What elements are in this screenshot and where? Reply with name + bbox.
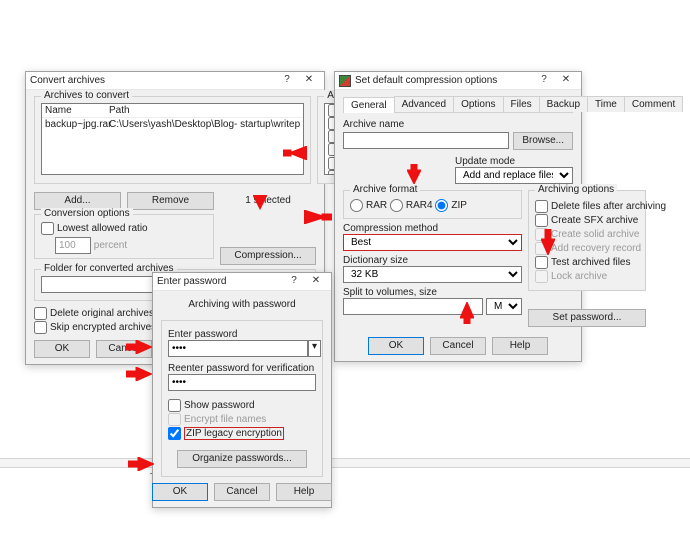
password-help-titlebar-button[interactable]: ? — [283, 274, 305, 290]
convert-title: Convert archives — [30, 75, 276, 86]
options-cancel-button[interactable]: Cancel — [430, 337, 486, 355]
format-zip-radio[interactable] — [435, 199, 448, 212]
remove-archive-button[interactable]: Remove — [127, 192, 214, 210]
test-archived-checkbox[interactable] — [535, 256, 548, 269]
tab-general[interactable]: General — [343, 97, 395, 113]
password-close-titlebar-button[interactable]: ✕ — [305, 274, 327, 290]
dictionary-size-select[interactable]: 32 KB — [343, 266, 522, 283]
tab-options[interactable]: Options — [453, 96, 503, 112]
col-path: Path — [109, 104, 300, 117]
compression-method-label: Compression method — [343, 223, 522, 234]
delete-after-checkbox[interactable] — [535, 200, 548, 213]
update-mode-select[interactable]: Add and replace files — [455, 167, 573, 184]
close-titlebar-button[interactable]: ✕ — [298, 73, 320, 89]
password-dropdown-icon[interactable]: ▾ — [308, 340, 321, 357]
ratio-value-input[interactable] — [55, 237, 91, 254]
password-ok-button[interactable]: OK — [152, 483, 208, 501]
reenter-password-label: Reenter password for verification — [168, 363, 316, 374]
compression-method-select[interactable]: Best — [343, 234, 522, 251]
compression-options-window: Set default compression options ? ✕ Gene… — [334, 71, 582, 362]
convert-titlebar: Convert archives ? ✕ — [26, 72, 324, 90]
archives-list[interactable]: Name Path backup~jpg.rar C:\Users\yash\D… — [41, 103, 304, 175]
options-title: Set default compression options — [355, 75, 533, 86]
split-size-input[interactable] — [343, 298, 483, 315]
tab-time[interactable]: Time — [587, 96, 625, 112]
zip-legacy-checkbox[interactable] — [168, 427, 181, 440]
archive-name-label: Archive name — [343, 119, 573, 130]
options-help-button[interactable]: Help — [492, 337, 548, 355]
show-password-checkbox[interactable] — [168, 399, 181, 412]
password-titlebar: Enter password ? ✕ — [153, 273, 331, 291]
format-rar-radio[interactable] — [350, 199, 363, 212]
winrar-icon — [339, 75, 351, 87]
archive-browse-button[interactable]: Browse... — [513, 132, 573, 150]
arrow-icon — [126, 367, 152, 381]
options-close-titlebar-button[interactable]: ✕ — [555, 73, 577, 89]
split-unit-select[interactable]: MB — [486, 298, 522, 315]
password-subtitle: Archiving with password — [161, 299, 323, 310]
set-password-button[interactable]: Set password... — [528, 309, 646, 327]
encrypt-names-checkbox — [168, 413, 181, 426]
convert-cancel-button[interactable]: Cancel — [96, 340, 152, 358]
options-ok-button[interactable]: OK — [368, 337, 424, 355]
selected-count: 1 selected — [220, 192, 316, 210]
help-titlebar-button[interactable]: ? — [276, 73, 298, 89]
dictionary-size-label: Dictionary size — [343, 255, 522, 266]
organize-passwords-button[interactable]: Organize passwords... — [177, 450, 307, 468]
create-solid-checkbox — [535, 228, 548, 241]
archiving-options-legend: Archiving options — [535, 184, 617, 195]
archives-to-convert-legend: Archives to convert — [41, 90, 132, 101]
lock-archive-checkbox — [535, 270, 548, 283]
ratio-unit: percent — [94, 240, 127, 251]
password-input[interactable] — [168, 340, 308, 357]
tab-comment[interactable]: Comment — [624, 96, 683, 112]
add-recovery-checkbox — [535, 242, 548, 255]
skip-encrypted-checkbox[interactable] — [34, 321, 47, 334]
enter-password-window: Enter password ? ✕ Archiving with passwo… — [152, 272, 332, 508]
delete-original-checkbox[interactable] — [34, 307, 47, 320]
lowest-ratio-checkbox[interactable] — [41, 222, 54, 235]
split-volumes-label: Split to volumes, size — [343, 287, 522, 298]
options-tabs: General Advanced Options Files Backup Ti… — [343, 96, 573, 113]
convert-ok-button[interactable]: OK — [34, 340, 90, 358]
enter-password-label: Enter password — [168, 329, 316, 340]
archive-row[interactable]: backup~jpg.rar C:\Users\yash\Desktop\Blo… — [42, 118, 303, 131]
archive-format-legend: Archive format — [350, 184, 420, 195]
conversion-options-legend: Conversion options — [41, 208, 133, 219]
create-sfx-checkbox[interactable] — [535, 214, 548, 227]
password-confirm-input[interactable] — [168, 374, 316, 391]
options-help-titlebar-button[interactable]: ? — [533, 73, 555, 89]
options-titlebar: Set default compression options ? ✕ — [335, 72, 581, 90]
compression-settings-button[interactable]: Compression... — [220, 247, 316, 265]
tab-files[interactable]: Files — [503, 96, 540, 112]
tab-advanced[interactable]: Advanced — [394, 96, 454, 112]
password-cancel-button[interactable]: Cancel — [214, 483, 270, 501]
update-mode-label: Update mode — [455, 156, 573, 167]
password-title: Enter password — [157, 276, 283, 287]
format-rar4-radio[interactable] — [390, 199, 403, 212]
archive-name-input[interactable] — [343, 132, 509, 149]
col-name: Name — [45, 104, 109, 117]
password-help-button[interactable]: Help — [276, 483, 332, 501]
tab-backup[interactable]: Backup — [539, 96, 588, 112]
